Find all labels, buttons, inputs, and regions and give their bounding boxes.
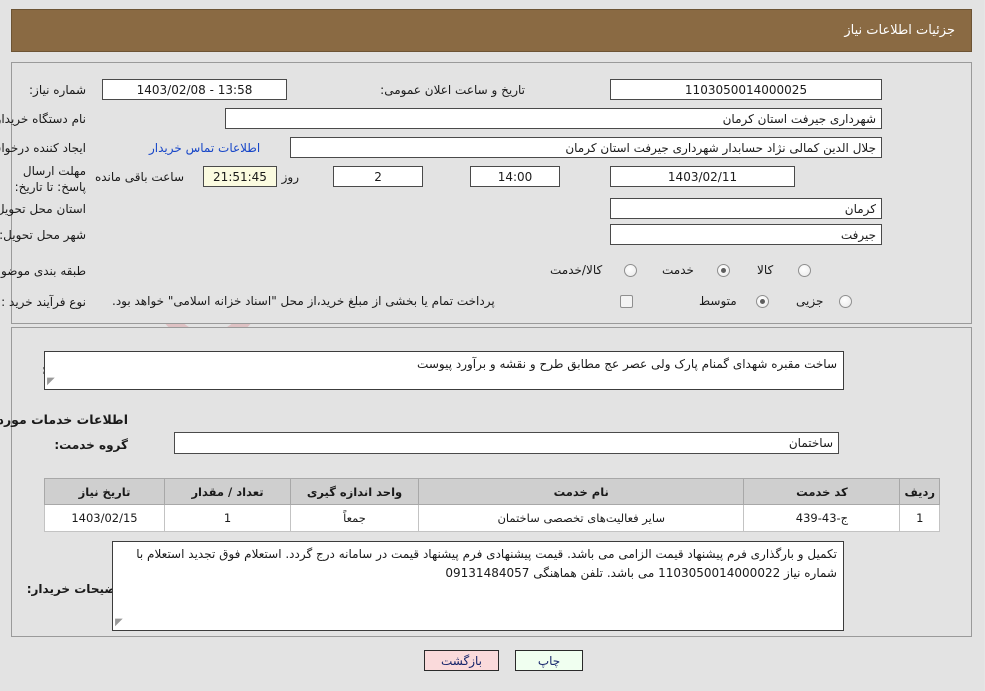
deadline-date-field[interactable]: 1403/02/11 — [611, 166, 796, 187]
cell-date: 1403/02/15 — [45, 504, 166, 532]
radio-process-jozii-label: جزیی — [797, 294, 825, 308]
cell-name: سایر فعالیت‌های تخصصی ساختمان — [418, 504, 746, 532]
back-button[interactable]: بازگشت — [425, 650, 500, 671]
th-name: نام خدمت — [418, 478, 746, 505]
services-section-title: اطلاعات خدمات مورد نیاز — [0, 412, 129, 427]
deadline-hour-field[interactable]: 14:00 — [471, 166, 561, 187]
th-date: تاریخ نیاز — [45, 478, 166, 505]
remaining-days-field[interactable]: 2 — [334, 166, 424, 187]
general-desc-textarea[interactable]: ساخت مقبره شهدای گمنام پارک ولی عصر عج م… — [45, 351, 845, 390]
page-header: جزئیات اطلاعات نیاز — [12, 9, 973, 52]
requester-label: ایجاد کننده درخواست: — [0, 141, 87, 155]
radio-category-kala-khedmat[interactable] — [625, 264, 638, 277]
th-radif: ردیف — [900, 478, 941, 505]
announce-datetime-label: تاریخ و ساعت اعلان عمومی: — [381, 83, 526, 97]
remaining-time-field[interactable]: 21:51:45 — [204, 166, 278, 187]
radio-category-kala-label: کالا — [758, 263, 775, 277]
need-number-field[interactable]: 1103050014000025 — [611, 79, 883, 100]
cell-unit: جمعاً — [291, 504, 420, 532]
radio-process-motavaset[interactable] — [757, 295, 770, 308]
province-field[interactable]: کرمان — [611, 198, 883, 219]
page-title: جزئیات اطلاعات نیاز — [845, 23, 956, 38]
category-label: طبقه بندی موضوعی: — [0, 264, 87, 278]
province-label: استان محل تحویل: — [0, 202, 87, 216]
services-table: ردیف کد خدمت نام خدمت واحد اندازه گیری ت… — [45, 478, 941, 532]
treasury-bond-checkbox[interactable] — [621, 295, 634, 308]
buyer-notes-textarea[interactable]: تکمیل و بارگذاری فرم پیشنهاد قیمت الزامی… — [113, 541, 845, 631]
service-group-label: گروه خدمت: — [55, 438, 129, 452]
th-code: کد خدمت — [744, 478, 902, 505]
cell-quantity: 1 — [165, 504, 292, 532]
deadline-label: مهلت ارسال پاسخ: تا تاریخ: — [15, 164, 87, 194]
city-label: شهر محل تحویل: — [0, 228, 87, 242]
table-row: 1 ج-43-439 سایر فعالیت‌های تخصصی ساختمان… — [45, 504, 941, 532]
general-desc-value: ساخت مقبره شهدای گمنام پارک ولی عصر عج م… — [418, 357, 838, 371]
radio-process-jozii[interactable] — [840, 295, 853, 308]
city-field[interactable]: جیرفت — [611, 224, 883, 245]
buyer-contact-link[interactable]: اطلاعات تماس خریدار — [150, 141, 261, 155]
process-label: نوع فرآیند خرید : — [2, 295, 87, 309]
radio-category-khedmat-label: خدمت — [663, 263, 695, 277]
resize-grip-icon-2[interactable]: ◥ — [116, 617, 128, 629]
resize-grip-icon[interactable]: ◥ — [48, 376, 60, 388]
print-button[interactable]: چاپ — [516, 650, 584, 671]
radio-category-khedmat[interactable] — [718, 264, 731, 277]
remaining-time-label: ساعت باقی مانده — [95, 170, 185, 184]
treasury-bond-label: پرداخت تمام یا بخشی از مبلغ خرید،از محل … — [113, 294, 496, 308]
requester-field[interactable]: جلال الدین کمالی نژاد حسابدار شهرداری جی… — [291, 137, 883, 158]
need-number-label: شماره نیاز: — [30, 83, 87, 97]
th-quantity: تعداد / مقدار — [165, 478, 292, 505]
buyer-notes-value: تکمیل و بارگذاری فرم پیشنهاد قیمت الزامی… — [137, 547, 838, 580]
announce-datetime-field[interactable]: 13:58 - 1403/02/08 — [103, 79, 288, 100]
radio-category-kala[interactable] — [799, 264, 812, 277]
th-unit: واحد اندازه گیری — [291, 478, 420, 505]
cell-code: ج-43-439 — [744, 504, 902, 532]
table-header-row: ردیف کد خدمت نام خدمت واحد اندازه گیری ت… — [45, 478, 941, 505]
need-info-panel — [12, 62, 973, 324]
radio-category-kala-khedmat-label: کالا/خدمت — [551, 263, 604, 277]
radio-process-motavaset-label: متوسط — [700, 294, 738, 308]
service-group-field[interactable]: ساختمان — [175, 432, 840, 454]
buyer-org-label: نام دستگاه خریدار: — [0, 112, 87, 126]
buyer-org-field[interactable]: شهرداری جیرفت استان کرمان — [226, 108, 883, 129]
cell-radif: 1 — [900, 504, 941, 532]
page-root: AriaTender.net جزئیات اطلاعات نیاز شماره… — [0, 0, 985, 691]
